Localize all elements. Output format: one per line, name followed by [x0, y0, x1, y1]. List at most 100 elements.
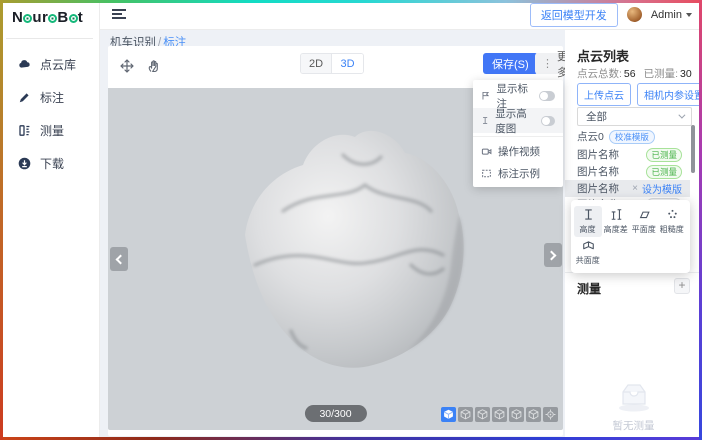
- tool-roughness[interactable]: 粗糙度: [658, 206, 686, 237]
- canvas-toolbar-left: [118, 57, 163, 75]
- divider: [6, 38, 93, 39]
- add-measurement-button[interactable]: +: [674, 278, 690, 294]
- menu-item-label: 标注示例: [498, 166, 540, 181]
- measure-icon: [18, 124, 31, 137]
- cloud-icon: [18, 58, 31, 71]
- tool-label: 高度: [580, 223, 596, 234]
- list-scrollbar[interactable]: [691, 125, 695, 173]
- menu-item-annotation-example[interactable]: 标注示例: [473, 162, 563, 184]
- menu-item-show-annotations[interactable]: 显示标注: [473, 83, 563, 108]
- gear-icon: [48, 14, 57, 23]
- logo-text: B: [57, 9, 68, 26]
- pen-icon: [18, 91, 31, 104]
- height-diff-tool-icon: [610, 208, 623, 221]
- image-name: 图片名称: [577, 147, 619, 162]
- cube-icon: [477, 409, 488, 420]
- chevron-left-icon: [116, 254, 126, 264]
- image-name: 图片名称: [577, 181, 619, 196]
- tool-label: 平面度: [632, 223, 656, 234]
- panel-buttons: 上传点云 相机内参设置: [577, 83, 702, 106]
- total-label: 点云总数:: [577, 68, 622, 80]
- logo-text: t: [78, 9, 84, 26]
- tool-coplanarity[interactable]: 共面度: [574, 237, 602, 268]
- menu-item-label: 操作视频: [498, 144, 540, 159]
- view-back-button[interactable]: [475, 407, 490, 422]
- image-list-item-selected[interactable]: 图片名称 × 设为模版: [565, 180, 690, 197]
- sidebar-item-download[interactable]: 下载: [0, 147, 99, 180]
- panel-stats: 点云总数:56已测量:30: [577, 66, 700, 81]
- show-heightmap-toggle[interactable]: [541, 116, 555, 126]
- gear-icon: [23, 14, 32, 23]
- cube-icon: [494, 409, 505, 420]
- set-as-template-link[interactable]: 设为模版: [642, 181, 682, 196]
- measured-badge: 已测量: [646, 148, 682, 162]
- user-menu[interactable]: Admin: [651, 9, 692, 21]
- cube-icon: [511, 409, 522, 420]
- logo-text: ur: [32, 9, 48, 26]
- logo-text: N: [12, 9, 23, 26]
- empty-state: 暂无测量: [565, 380, 702, 433]
- back-to-model-dev-button[interactable]: 返回模型开发: [530, 3, 618, 27]
- sidebar-item-pointcloud-library[interactable]: 点云库: [0, 48, 99, 81]
- cube-icon: [528, 409, 539, 420]
- view-3d-button[interactable]: 3D: [332, 54, 363, 73]
- reset-view-button[interactable]: [543, 407, 558, 422]
- view-front-button[interactable]: [458, 407, 473, 422]
- view-2d-button[interactable]: 2D: [301, 54, 332, 73]
- tool-height[interactable]: 高度: [574, 206, 602, 237]
- hand-tool-button[interactable]: [145, 57, 163, 75]
- show-annotations-toggle[interactable]: [539, 91, 555, 101]
- flag-icon: [481, 90, 490, 101]
- pointcloud-panel: 点云列表 点云总数:56已测量:30 上传点云 相机内参设置 全部 点云0 校准…: [565, 30, 702, 440]
- tool-flatness[interactable]: 平面度: [630, 206, 658, 237]
- tool-label: 高度差: [604, 223, 628, 234]
- vertical-ellipsis-icon: ⋮: [542, 57, 553, 70]
- menu-item-show-heightmap[interactable]: 显示高度图: [473, 108, 563, 133]
- sidebar-item-label: 标注: [40, 89, 64, 106]
- menu-item-tutorial-video[interactable]: 操作视频: [473, 140, 563, 162]
- chevron-down-icon: [686, 13, 692, 17]
- header-right: 返回模型开发 Admin: [530, 0, 692, 29]
- empty-state-text: 暂无测量: [613, 418, 655, 433]
- height-tool-icon: [582, 208, 595, 221]
- move-tool-button[interactable]: [118, 57, 136, 75]
- menu-collapse-icon[interactable]: [112, 9, 126, 20]
- app-logo: Nur Bt: [12, 9, 83, 26]
- username: Admin: [651, 9, 682, 21]
- download-icon: [18, 157, 31, 170]
- filter-select[interactable]: 全部: [577, 107, 692, 126]
- prev-image-button[interactable]: [110, 247, 128, 271]
- view-top-button[interactable]: [526, 407, 541, 422]
- measure-section-title: 测量: [577, 280, 601, 297]
- height-icon: [481, 115, 489, 126]
- sidebar-nav: 点云库 标注 测量 下载: [0, 48, 99, 180]
- image-list-item[interactable]: 图片名称 已测量: [565, 146, 690, 163]
- view-iso-button[interactable]: [441, 407, 456, 422]
- image-list-item[interactable]: 图片名称 已测量: [565, 163, 690, 180]
- coplanarity-tool-icon: [582, 239, 595, 252]
- avatar[interactable]: [627, 7, 642, 22]
- frame-border: [0, 0, 3, 440]
- camera-params-button[interactable]: 相机内参设置: [637, 83, 702, 106]
- sidebar-item-measure[interactable]: 测量: [0, 114, 99, 147]
- measure-tools-popup: 高度 高度差 平面度 粗糙度 共面度: [571, 200, 690, 273]
- panel-title: 点云列表: [577, 46, 629, 65]
- tool-label: 粗糙度: [660, 223, 684, 234]
- tool-height-diff[interactable]: 高度差: [602, 206, 630, 237]
- sidebar-item-label: 下载: [40, 155, 64, 172]
- menu-item-label: 显示高度图: [495, 106, 534, 136]
- measured-badge: 已测量: [646, 165, 682, 179]
- upload-pointcloud-button[interactable]: 上传点云: [577, 83, 631, 106]
- divider: [473, 136, 563, 137]
- frame-border: [0, 0, 702, 3]
- roughness-tool-icon: [666, 208, 679, 221]
- save-button[interactable]: 保存(S): [483, 53, 538, 74]
- filter-value: 全部: [586, 109, 607, 124]
- close-icon[interactable]: ×: [632, 183, 638, 194]
- sidebar-item-annotate[interactable]: 标注: [0, 81, 99, 114]
- view-left-button[interactable]: [492, 407, 507, 422]
- pointcloud-item[interactable]: 点云0 校准模版: [577, 129, 655, 144]
- view-right-button[interactable]: [509, 407, 524, 422]
- sidebar-item-label: 测量: [40, 122, 64, 139]
- next-image-button[interactable]: [544, 243, 562, 267]
